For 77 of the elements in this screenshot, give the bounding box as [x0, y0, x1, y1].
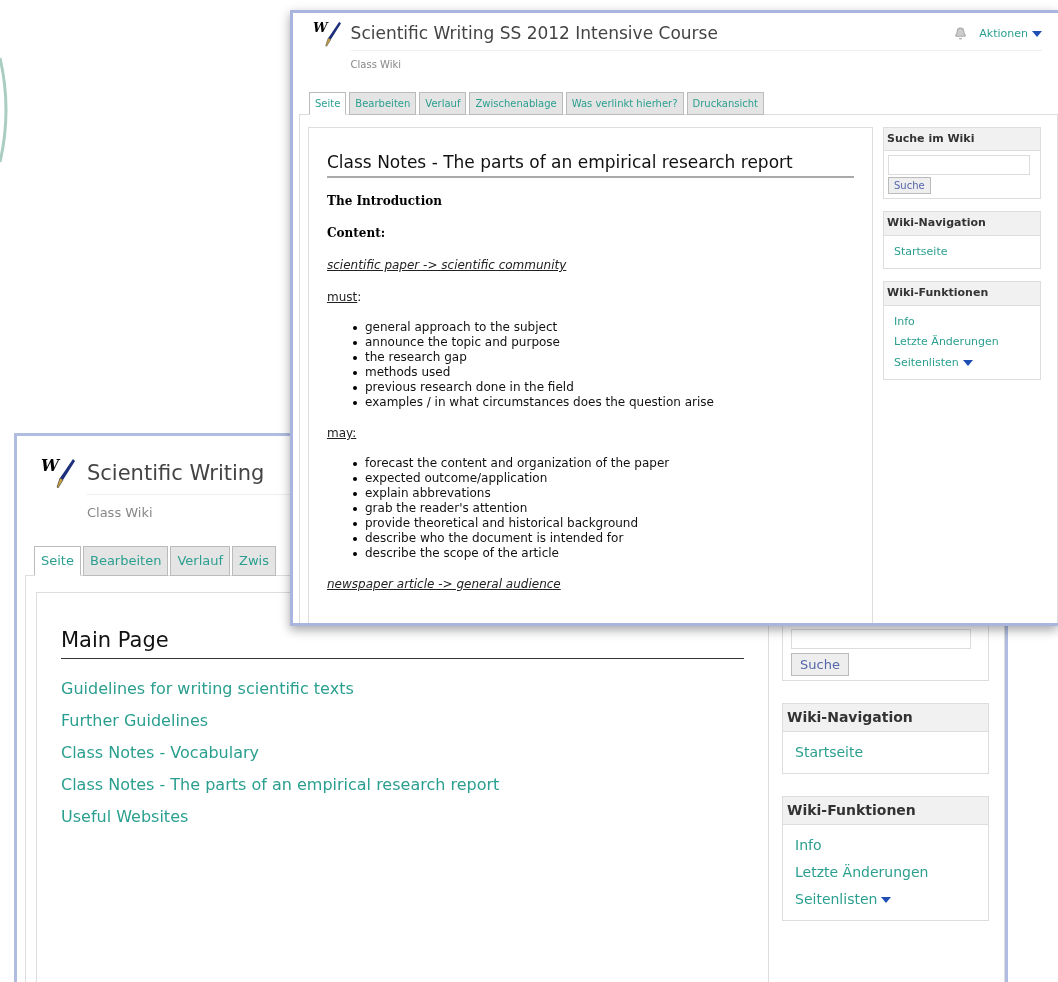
panel-title: Wiki-Funktionen [783, 797, 988, 825]
caret-icon [962, 359, 973, 366]
list-item: provide theoretical and historical background [365, 516, 639, 531]
sidebar-link[interactable]: Info [795, 835, 976, 856]
search-button[interactable]: Suche [791, 652, 849, 676]
bell-icon [954, 27, 968, 41]
list-item: methods used [365, 365, 451, 380]
list-item: grab the reader's attention [365, 501, 528, 516]
bullet-icon [353, 506, 357, 511]
logo-letter: W [313, 21, 328, 34]
page-link[interactable]: Class Notes - The parts of an empirical research report [61, 773, 500, 797]
wiki-subtitle: Class Wiki [350, 57, 402, 72]
tab[interactable]: Seite [34, 546, 81, 576]
tab[interactable]: Druckansicht [686, 91, 764, 115]
panel-title: Wiki-Navigation [783, 704, 988, 732]
list-item: general approach to the subject [365, 320, 558, 335]
bullet-icon [353, 400, 357, 405]
bullet-icon [353, 325, 357, 330]
list-item: describe who the document is intended for [365, 531, 624, 546]
tab[interactable]: Zwischenablage [469, 91, 563, 115]
sidebar-link[interactable]: Seitenlisten [795, 889, 976, 910]
logo-letter: W [41, 458, 59, 474]
sidebar-link[interactable]: Letzte Änderungen [795, 862, 976, 883]
tab[interactable]: Seite [309, 91, 347, 115]
caret-icon [881, 896, 892, 903]
bullet-icon [353, 536, 357, 541]
bullet-icon [353, 385, 357, 390]
bullet-icon [353, 521, 357, 526]
list-item: the research gap [365, 350, 467, 365]
page-heading: Main Page [61, 627, 169, 652]
sidebar-link[interactable]: Startseite [894, 243, 1030, 260]
panel-title: Wiki-Navigation [884, 212, 1040, 236]
page-link[interactable]: Useful Websites [61, 805, 189, 829]
bullet-icon [353, 340, 357, 345]
bullet-icon [353, 551, 357, 556]
tab[interactable]: Verlauf [170, 546, 231, 576]
tab[interactable]: Zwis [232, 546, 276, 576]
bullet-icon [353, 476, 357, 481]
list-label: must: [327, 289, 363, 306]
page-link[interactable]: Class Notes - Vocabulary [61, 741, 260, 765]
search-button[interactable]: Suche [888, 177, 931, 194]
sidebar-link[interactable]: Info [894, 313, 1030, 330]
tab[interactable]: Verlauf [419, 91, 467, 115]
wiki-title: Scientific Writing SS 2012 Intensive Course [350, 22, 718, 45]
actions-menu[interactable]: Aktionen [979, 25, 1042, 42]
topic-line: newspaper article -> general audience [327, 576, 562, 593]
sidebar-link[interactable]: Seitenlisten [894, 354, 1030, 371]
tab[interactable]: Bearbeiten [349, 91, 417, 115]
wiki-title: Scientific Writing [86, 461, 265, 485]
bullet-icon [353, 461, 357, 466]
tab[interactable]: Bearbeiten [82, 546, 169, 576]
wiki-subtitle: Class Wiki [86, 503, 153, 522]
bullet-icon [353, 355, 357, 360]
list-item: examples / in what circumstances does the question arise [365, 395, 714, 410]
page-heading: Class Notes - The parts of an empirical research report [327, 151, 793, 172]
list-item: expected outcome/application [365, 471, 548, 486]
bullet-icon [353, 491, 357, 496]
bullet-icon [353, 370, 357, 375]
list-item: announce the topic and purpose [365, 335, 560, 350]
section-label: The Introduction [327, 193, 443, 210]
section-label: Content: [327, 225, 387, 242]
topic-line: scientific paper -> scientific community [327, 257, 568, 274]
list-item: previous research done in the field [365, 380, 574, 395]
panel-title: Wiki-Funktionen [884, 282, 1040, 306]
caret-icon [1032, 30, 1042, 37]
sidebar-link[interactable]: Startseite [795, 742, 976, 763]
search-field[interactable] [791, 628, 971, 649]
page-link[interactable]: Further Guidelines [61, 709, 209, 733]
list-item: describe the scope of the article [365, 546, 559, 561]
sidebar-link[interactable]: Letzte Änderungen [894, 334, 1030, 351]
list-item: explain abbrevations [365, 486, 491, 501]
page-link[interactable]: Guidelines for writing scientific texts [61, 677, 354, 701]
panel-title: Suche im Wiki [884, 127, 1040, 151]
list-item: forecast the content and organization of the paper [365, 456, 670, 471]
search-field[interactable] [888, 155, 1030, 175]
tab[interactable]: Was verlinkt hierher? [565, 91, 684, 115]
list-label: may: [327, 425, 358, 442]
